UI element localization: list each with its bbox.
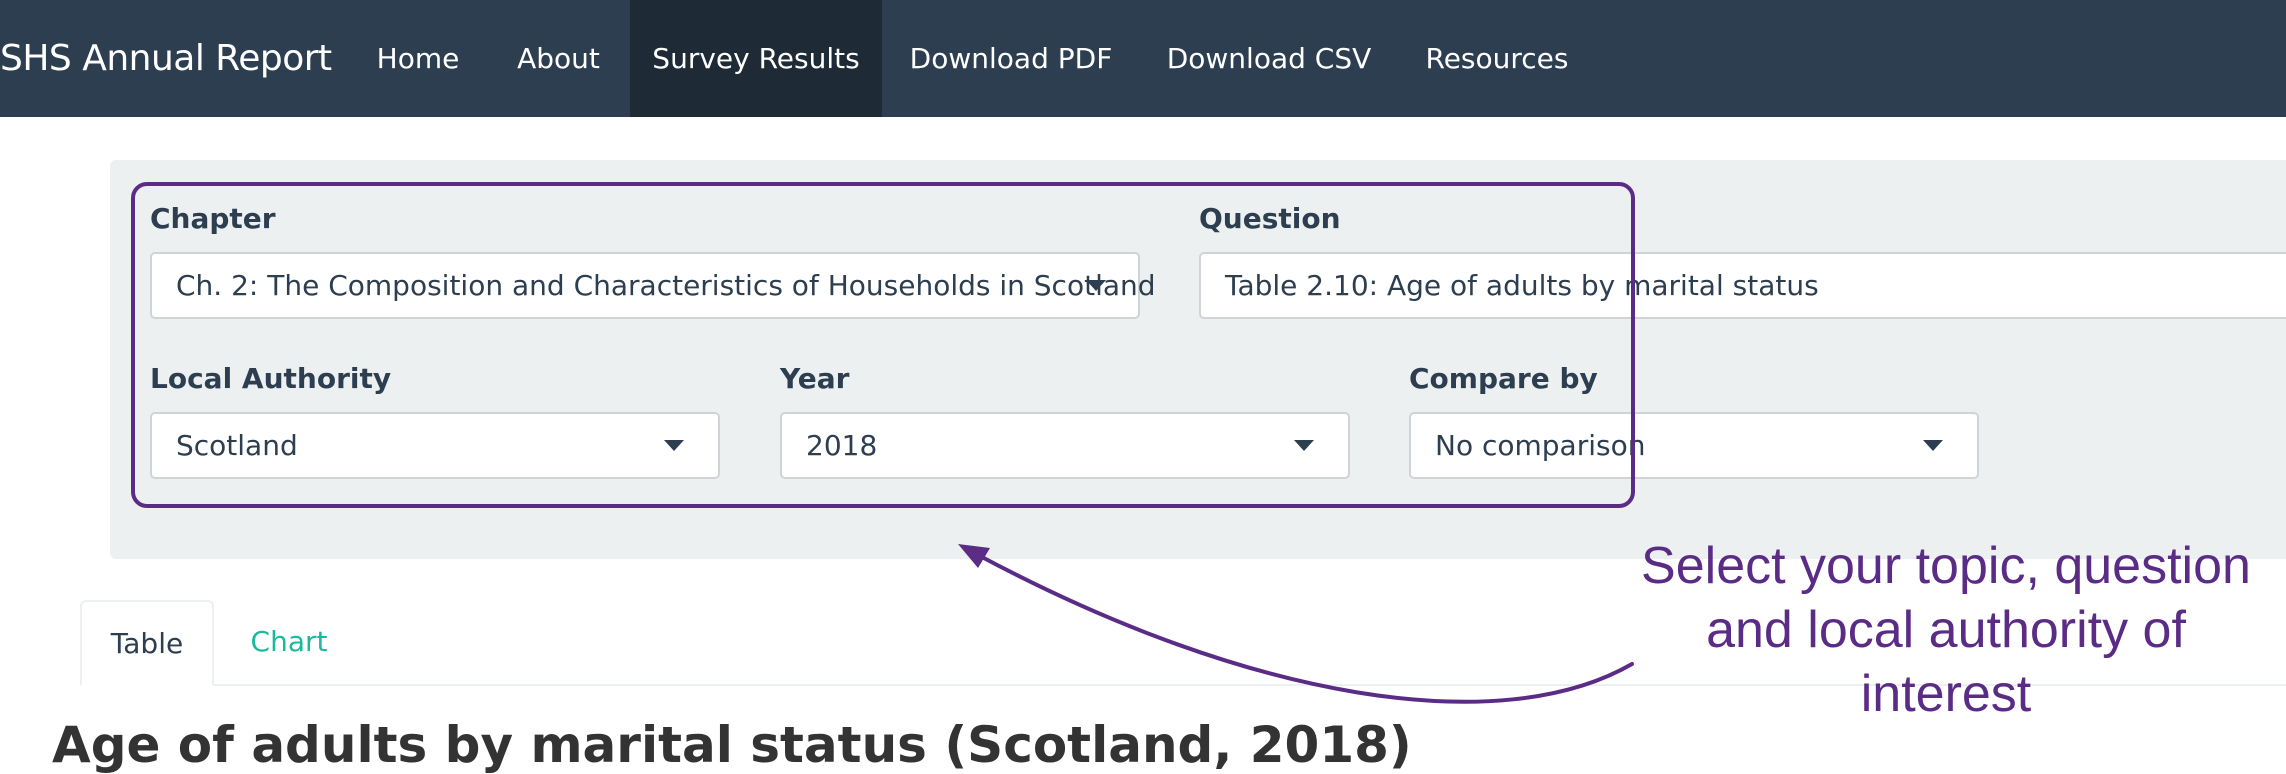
brand-title[interactable]: SHS Annual Report: [0, 0, 332, 117]
table-heading: Age of adults by marital status (Scotlan…: [52, 716, 1412, 774]
chevron-down-icon: [1923, 440, 1943, 451]
local-authority-select-value: Scotland: [176, 429, 298, 462]
nav-download-pdf[interactable]: Download PDF: [888, 0, 1134, 117]
filter-panel: [110, 160, 2286, 559]
nav-resources[interactable]: Resources: [1404, 0, 1590, 117]
nav-about[interactable]: About: [489, 0, 628, 117]
tab-table[interactable]: Table: [80, 600, 214, 686]
year-select[interactable]: 2018: [780, 412, 1350, 479]
question-select-value: Table 2.10: Age of adults by marital sta…: [1225, 269, 1819, 302]
chapter-select-value: Ch. 2: The Composition and Characteristi…: [176, 269, 1156, 302]
nav-download-csv[interactable]: Download CSV: [1142, 0, 1396, 117]
local-authority-select[interactable]: Scotland: [150, 412, 720, 479]
local-authority-label: Local Authority: [150, 362, 392, 395]
tab-chart[interactable]: Chart: [222, 600, 356, 686]
top-navbar: SHS Annual Report Home About Survey Resu…: [0, 0, 2286, 117]
question-select[interactable]: Table 2.10: Age of adults by marital sta…: [1199, 252, 2286, 319]
nav-home[interactable]: Home: [355, 0, 481, 117]
annotation-callout: Select your topic, question and local au…: [1641, 537, 2251, 723]
compare-by-label: Compare by: [1409, 362, 1598, 395]
compare-by-select[interactable]: No comparison: [1409, 412, 1979, 479]
question-label: Question: [1199, 202, 1341, 235]
year-label: Year: [780, 362, 850, 395]
compare-by-select-value: No comparison: [1435, 429, 1646, 462]
chevron-down-icon: [1294, 440, 1314, 451]
chevron-down-icon: [664, 440, 684, 451]
year-select-value: 2018: [806, 429, 878, 462]
nav-survey-results[interactable]: Survey Results: [630, 0, 882, 117]
chapter-label: Chapter: [150, 202, 276, 235]
chapter-select[interactable]: Ch. 2: The Composition and Characteristi…: [150, 252, 1156, 319]
chevron-down-icon: [1086, 280, 1106, 291]
